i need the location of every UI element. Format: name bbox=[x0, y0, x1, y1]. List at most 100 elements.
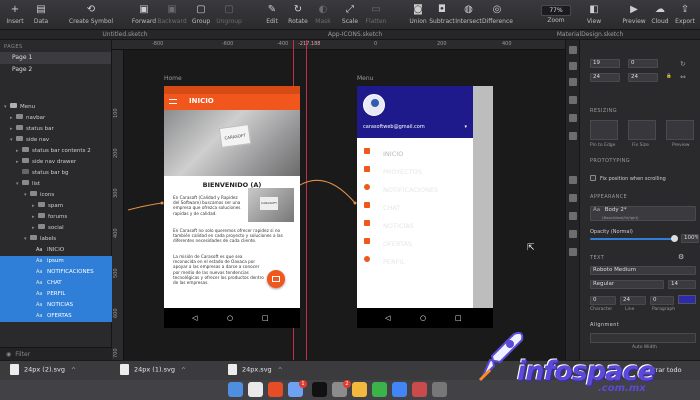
tab-material-design[interactable]: MaterialDesign.sketch bbox=[535, 30, 645, 40]
fix-size-control[interactable] bbox=[628, 120, 656, 140]
back-icon[interactable]: ◁ bbox=[385, 314, 390, 322]
distribute-icon[interactable] bbox=[569, 230, 577, 238]
create-symbol-button[interactable]: ⟲ Create Symbol bbox=[68, 3, 114, 29]
opacity-field[interactable]: 100% bbox=[681, 234, 699, 243]
distribute-icon[interactable] bbox=[569, 176, 577, 184]
distribute-icon[interactable] bbox=[569, 212, 577, 220]
ungroup-button[interactable]: ▢ Ungroup bbox=[214, 3, 244, 29]
layer-status-bar[interactable]: ▸ status bar bbox=[0, 124, 112, 135]
download-item-3[interactable]: 24px.svg ^ bbox=[228, 364, 283, 375]
page-item-1[interactable]: Page 1 bbox=[0, 52, 111, 64]
recents-icon[interactable]: □ bbox=[455, 314, 462, 322]
layer-text-notificaciones[interactable]: Aa NOTIFICACIONES bbox=[0, 267, 112, 278]
chevron-up-icon[interactable]: ^ bbox=[181, 367, 186, 374]
flip-icon[interactable]: ⇔ bbox=[680, 73, 686, 81]
download-item-2[interactable]: 24px (1).svg ^ bbox=[120, 364, 186, 375]
drawer-item-inicio[interactable]: INICIO bbox=[357, 142, 473, 160]
paragraph-spacing-field[interactable]: 0 bbox=[650, 296, 674, 305]
font-weight-select[interactable]: Regular bbox=[590, 280, 664, 289]
app-icon[interactable] bbox=[412, 382, 427, 397]
finder-icon[interactable] bbox=[228, 382, 243, 397]
email-fab[interactable] bbox=[267, 270, 285, 288]
layer-text-inicio[interactable]: Aa INICIO bbox=[0, 245, 112, 256]
lock-ratio-icon[interactable]: 🔒 bbox=[666, 74, 672, 79]
layer-side-nav[interactable]: ▾ side nav bbox=[0, 135, 112, 146]
drawer-item-noticias[interactable]: NOTICIAS bbox=[357, 214, 473, 232]
tab-app-icons[interactable]: App-ICONS.sketch bbox=[305, 30, 405, 40]
design-canvas[interactable]: -800 -600 -400 -217.188 0 200 400 100 20… bbox=[112, 40, 565, 360]
align-icon[interactable] bbox=[569, 62, 577, 70]
account-dropdown-icon[interactable]: ▾ bbox=[464, 124, 467, 130]
font-size-field[interactable]: 14 bbox=[668, 280, 696, 289]
terminal-icon[interactable] bbox=[312, 382, 327, 397]
fix-position-checkbox[interactable] bbox=[590, 175, 596, 181]
y-position-field[interactable]: 0 bbox=[628, 59, 658, 68]
union-button[interactable]: ◙ Union bbox=[407, 3, 429, 29]
chevron-up-icon[interactable]: ^ bbox=[278, 367, 283, 374]
layer-social[interactable]: ▸ social bbox=[0, 223, 112, 234]
drawer-item-proyectos[interactable]: PROYECTOS bbox=[357, 160, 473, 178]
layer-navbar[interactable]: ▸ navbar bbox=[0, 113, 112, 124]
layer-text-perfil[interactable]: Aa PERFIL bbox=[0, 289, 112, 300]
cloud-button[interactable]: ☁ Cloud bbox=[650, 3, 670, 29]
layer-labels[interactable]: ▾ labels bbox=[0, 234, 112, 245]
artboard-menu[interactable]: carasoftweb@gmail.com ▾ INICIO PROYECTOS… bbox=[357, 86, 493, 328]
layer-status-bar-bg[interactable]: status bar bg bbox=[0, 168, 112, 179]
difference-button[interactable]: ◎ Difference bbox=[482, 3, 513, 29]
view-button[interactable]: ◧ View bbox=[584, 3, 604, 29]
align-icon[interactable] bbox=[569, 78, 577, 86]
layer-forums[interactable]: ▸ forums bbox=[0, 212, 112, 223]
rotate-icon[interactable]: ↻ bbox=[680, 60, 686, 68]
backward-button[interactable]: ▣ Backward bbox=[157, 3, 187, 29]
forward-button[interactable]: ▣ Forward bbox=[131, 3, 157, 29]
layer-text-ofertas[interactable]: Aa OFERTAS bbox=[0, 311, 112, 322]
align-icon[interactable] bbox=[569, 132, 577, 140]
layer-artboard-menu[interactable]: ▾ Menu bbox=[0, 102, 112, 113]
align-icon[interactable] bbox=[569, 114, 577, 122]
artboard-home[interactable]: INICIO CARASOFT BIENVENIDO (A) En Caraso… bbox=[164, 86, 300, 328]
app-icon[interactable] bbox=[432, 382, 447, 397]
pin-to-edge-control[interactable] bbox=[590, 120, 618, 140]
zoom-button[interactable]: Zoom bbox=[544, 15, 568, 30]
chrome-icon[interactable] bbox=[392, 382, 407, 397]
gear-icon[interactable]: ⚙ bbox=[678, 253, 684, 261]
distribute-icon[interactable] bbox=[569, 194, 577, 202]
calendar-icon[interactable] bbox=[248, 382, 263, 397]
recents-icon[interactable]: □ bbox=[262, 314, 269, 322]
drawer-item-perfil[interactable]: PERFIL bbox=[357, 250, 473, 268]
drawer-item-notificaciones[interactable]: NOTIFICACIONES bbox=[357, 178, 473, 196]
group-button[interactable]: ▢ Group bbox=[190, 3, 212, 29]
x-position-field[interactable]: 19 bbox=[590, 59, 620, 68]
layer-side-nav-drawer[interactable]: ▸ side nav drawer bbox=[0, 157, 112, 168]
sketch-icon[interactable] bbox=[352, 382, 367, 397]
home-icon[interactable]: ○ bbox=[420, 314, 426, 322]
chevron-up-icon[interactable]: ^ bbox=[71, 367, 76, 374]
align-icon[interactable] bbox=[569, 96, 577, 104]
layer-icons[interactable]: ▾ icons bbox=[0, 190, 112, 201]
export-button[interactable]: ⇪ Export bbox=[674, 3, 696, 29]
layer-text-ipsum[interactable]: Aa ipsum bbox=[0, 256, 112, 267]
back-icon[interactable]: ◁ bbox=[192, 314, 197, 322]
subtract-button[interactable]: ◘ Subtract bbox=[429, 3, 455, 29]
layer-status-bar-contents[interactable]: ▸ status bar contents 2 bbox=[0, 146, 112, 157]
opacity-slider-knob[interactable] bbox=[671, 235, 678, 242]
rotate-button[interactable]: ↻ Rotate bbox=[287, 3, 309, 29]
data-button[interactable]: ▤ Data bbox=[30, 3, 52, 29]
avatar[interactable] bbox=[363, 94, 385, 116]
layer-filter-input[interactable]: ◉ Filter bbox=[0, 347, 112, 360]
edit-button[interactable]: ✎ Edit bbox=[262, 3, 282, 29]
intersect-button[interactable]: ◍ Intersect bbox=[455, 3, 482, 29]
insert-button[interactable]: + Insert bbox=[4, 3, 26, 29]
page-item-2[interactable]: Page 2 bbox=[0, 64, 111, 76]
download-item-1[interactable]: 24px (2).svg ^ bbox=[10, 364, 76, 375]
layer-text-chat[interactable]: Aa CHAT bbox=[0, 278, 112, 289]
height-field[interactable]: 24 bbox=[628, 73, 658, 82]
tab-untitled[interactable]: Untitled.sketch bbox=[80, 30, 170, 40]
drawer-item-chat[interactable]: CHAT bbox=[357, 196, 473, 214]
width-field[interactable]: 24 bbox=[590, 73, 620, 82]
distribute-icon[interactable] bbox=[569, 248, 577, 256]
align-icon[interactable] bbox=[569, 46, 577, 54]
character-spacing-field[interactable]: 0 bbox=[590, 296, 616, 305]
drawer-item-ofertas[interactable]: OFERTAS bbox=[357, 232, 473, 250]
app-icon[interactable] bbox=[372, 382, 387, 397]
